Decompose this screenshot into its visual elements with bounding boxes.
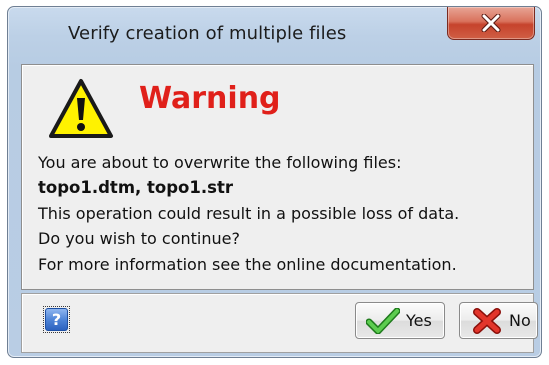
warning-heading: Warning — [139, 81, 281, 116]
no-label: No — [509, 311, 531, 330]
message-panel: Warning You are about to overwrite the f… — [21, 64, 534, 290]
message-line: This operation could result in a possibl… — [38, 204, 460, 223]
message-line: For more information see the online docu… — [38, 255, 457, 274]
help-icon: ? — [45, 308, 68, 331]
help-button[interactable]: ? — [43, 306, 70, 333]
close-button[interactable] — [447, 7, 535, 40]
warning-icon — [49, 79, 113, 138]
yes-button[interactable]: Yes — [355, 302, 445, 339]
yes-label: Yes — [406, 311, 432, 330]
dialog-window: Verify creation of multiple files Warnin… — [7, 6, 542, 358]
close-icon — [481, 14, 501, 32]
file-list: topo1.dtm, topo1.str — [38, 178, 233, 197]
message-line: Do you wish to continue? — [38, 229, 240, 248]
message-line: You are about to overwrite the following… — [38, 153, 402, 172]
button-bar: ? Yes No — [21, 293, 538, 353]
window-title: Verify creation of multiple files — [68, 23, 347, 44]
title-bar[interactable]: Verify creation of multiple files — [8, 7, 541, 65]
help-label: ? — [51, 310, 62, 329]
cross-icon — [473, 308, 501, 334]
no-button[interactable]: No — [459, 302, 538, 339]
check-icon — [366, 308, 400, 334]
